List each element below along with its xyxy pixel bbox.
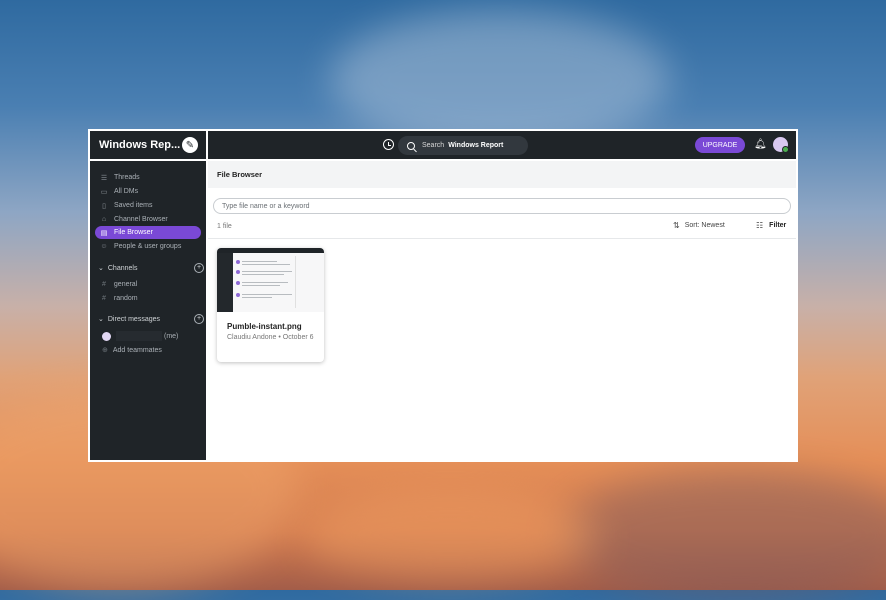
chevron-down-icon[interactable]: ⌄ [98,264,104,272]
sidebar-item-label: All DMs [114,188,139,195]
sort-button[interactable]: ⇅ Sort: Newest [673,221,725,230]
filter-button[interactable]: ☷ Filter [756,221,786,230]
dms-icon: ▭ [100,188,108,196]
redacted-name [116,331,162,341]
thumb-line [242,264,290,266]
sidebar-item-label: File Browser [114,229,153,236]
page-title-bar: File Browser [208,161,796,188]
thumb-line [242,261,277,263]
sidebar-item-file-browser[interactable]: ▤ File Browser [95,226,201,239]
pencil-icon[interactable]: ✎ [182,137,198,153]
thumb-dot [236,293,240,297]
sidebar: ☰ Threads ▭ All DMs ▯ Saved items ⌂ Channel … [90,161,206,460]
bookmark-icon: ▯ [102,202,106,210]
thumb-line [242,297,272,299]
thumb-line [242,271,292,273]
file-search-input[interactable]: Type file name or a keyword [213,198,791,214]
sort-icon: ⇅ [673,221,680,230]
clock-icon[interactable] [383,139,394,150]
thumb-dot [236,281,240,285]
hash-icon: # [102,281,106,288]
file-thumbnail[interactable] [217,248,324,312]
add-teammates-label: Add teammates [112,346,162,354]
sidebar-item-label: People & user groups [114,243,182,250]
search-bar[interactable]: Search Windows Report [398,136,528,155]
chevron-down-icon[interactable]: ⌄ [98,315,104,323]
filter-icon: ☷ [756,221,764,230]
thumb-dot [236,260,240,264]
top-bar: Search Windows Report UPGRADE 🔔︎ [208,131,796,159]
file-name[interactable]: Pumble-instant.png [227,322,302,331]
channel-random[interactable]: # random [102,295,138,302]
file-meta: Claudiu Andone • October 6 [227,334,314,341]
channel-label: random [113,295,138,302]
hash-icon: # [102,295,106,302]
filter-label: Filter [769,222,787,229]
sidebar-item-threads[interactable]: ☰ Threads [95,171,201,184]
file-icon: ▤ [100,229,108,237]
sort-label: Sort: Newest [684,222,725,229]
workspace-name[interactable]: Windows Rep... [99,139,180,151]
dm-section[interactable]: ⌄ Direct messages + [98,314,204,324]
dm-label: Direct messages [107,315,161,323]
bell-icon[interactable]: 🔔︎ [754,139,767,150]
thumb-panel [295,256,324,308]
thumb-line [242,294,292,296]
sidebar-item-saved-items[interactable]: ▯ Saved items [95,199,201,212]
search-label: Search [422,142,445,149]
divider [208,238,796,239]
add-dm-icon[interactable]: + [194,314,204,324]
sidebar-item-label: Threads [114,174,140,181]
channel-browser-icon: ⌂ [101,216,107,223]
thumb-line [242,282,288,284]
sidebar-item-all-dms[interactable]: ▭ All DMs [95,185,201,198]
file-count: 1 file [217,223,232,230]
user-avatar[interactable] [773,137,789,153]
dm-me-label[interactable]: (me) [164,333,178,340]
threads-icon: ☰ [100,174,108,182]
upgrade-button[interactable]: UPGRADE [695,137,745,153]
channel-label: general [113,281,138,288]
thumb-line [242,274,284,276]
thumb-dot [236,270,240,274]
sidebar-item-label: Saved items [114,202,153,209]
plus-circle-icon: ⊕ [102,347,108,354]
channel-general[interactable]: # general [102,281,137,288]
add-teammates[interactable]: ⊕ Add teammates [102,346,162,355]
thumb-line [242,285,280,287]
avatar[interactable] [102,332,111,341]
people-icon: ☺ [100,243,108,250]
app-window: Windows Rep... ⌄ ✎ Search Windows Report… [88,129,798,462]
sidebar-item-label: Channel Browser [114,216,168,223]
search-workspace: Windows Report [448,142,504,149]
workspace-header[interactable]: Windows Rep... ⌄ ✎ [90,131,206,159]
thumb-bar [217,248,324,253]
search-icon [407,141,415,150]
channels-section[interactable]: ⌄ Channels + [98,263,204,273]
channels-label: Channels [107,264,138,272]
sidebar-item-channel-browser[interactable]: ⌂ Channel Browser [95,213,201,226]
search-placeholder: Type file name or a keyword [222,202,310,210]
file-card[interactable]: Pumble-instant.png Claudiu Andone • Octo… [217,248,324,362]
add-channel-icon[interactable]: + [194,263,204,273]
sidebar-item-people[interactable]: ☺ People & user groups [95,240,201,253]
thumb-sidebar [217,253,233,312]
page-title: File Browser [217,170,263,179]
